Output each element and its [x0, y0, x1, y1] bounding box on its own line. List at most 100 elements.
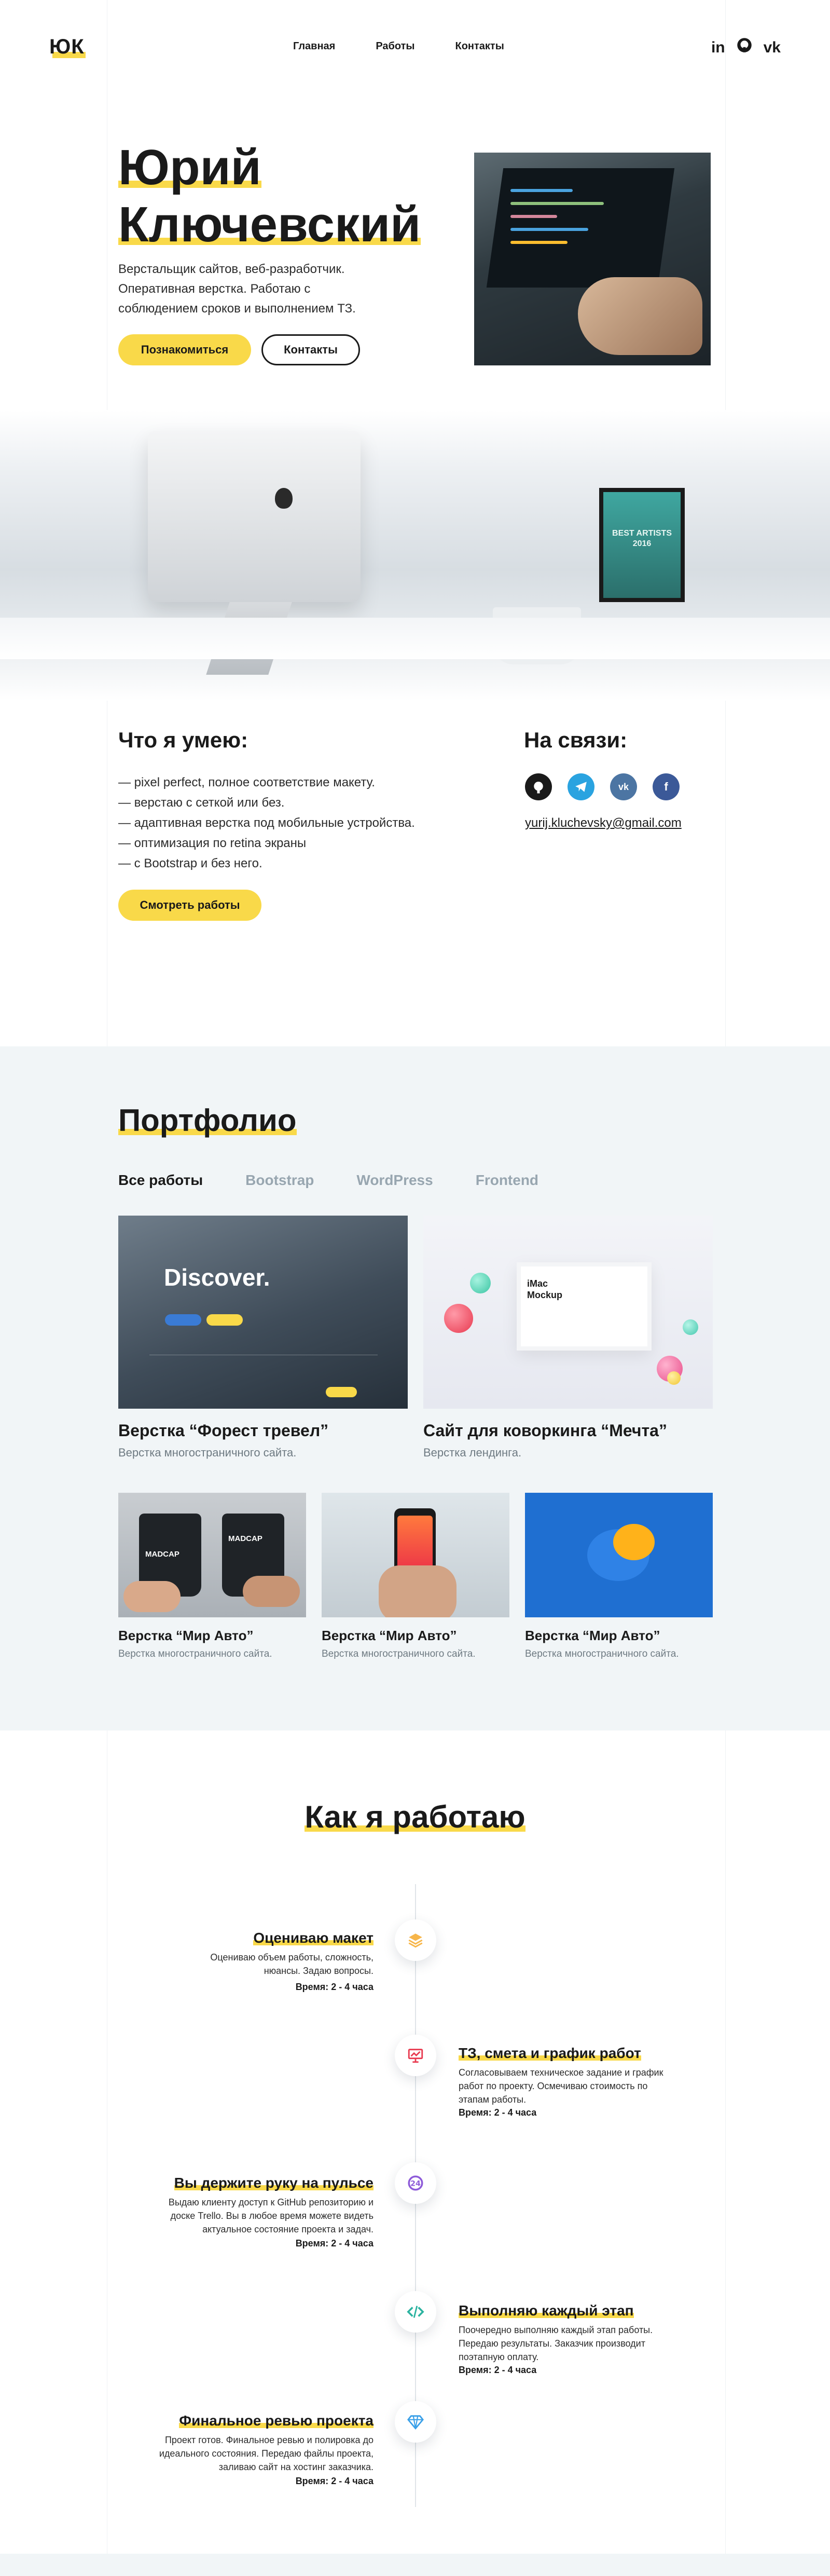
- process-title-text: Как я работаю: [305, 1800, 526, 1834]
- hero-description: Верстальщик сайтов, веб-разработчик. Опе…: [118, 260, 409, 319]
- facebook-icon[interactable]: f: [653, 773, 680, 800]
- contacts-button[interactable]: Контакты: [261, 334, 360, 365]
- portfolio-title: Портфолио: [118, 1102, 297, 1138]
- mock-table: [149, 1355, 378, 1391]
- card-image-text: Discover.: [164, 1264, 270, 1291]
- code-line: [510, 202, 604, 205]
- site-header: ЮК Главная Работы Контакты in vk: [49, 31, 781, 62]
- contacts-title: На связи:: [524, 728, 628, 752]
- mock-button: [165, 1314, 201, 1326]
- hand: [379, 1565, 457, 1617]
- skill-item: — адаптивная верстка под мобильные устро…: [118, 816, 415, 830]
- process-title: Как я работаю: [290, 1799, 540, 1835]
- header-socials: in vk: [711, 37, 781, 58]
- footer-strip: [0, 2554, 830, 2576]
- imac-image: [148, 431, 361, 602]
- clock-icon: 24: [395, 2162, 436, 2204]
- step-title: ТЗ, смета и график работ: [459, 2045, 666, 2062]
- hero-desc-line: Верстальщик сайтов, веб-разработчик.: [118, 262, 345, 276]
- hero-desc-line: Оперативная верстка. Работаю с: [118, 282, 311, 296]
- portfolio-card-title[interactable]: Верстка “Мир Авто”: [118, 1628, 253, 1644]
- card-image-text: MADCAP: [145, 1550, 179, 1559]
- vk-icon[interactable]: vk: [610, 773, 637, 800]
- nav-link-works[interactable]: Работы: [376, 40, 414, 52]
- decor-sphere: [667, 1371, 681, 1385]
- hero-desc-line: соблюдением сроков и выполнением ТЗ.: [118, 302, 356, 316]
- step-title: Вы держите руку на пульсе: [166, 2175, 374, 2191]
- skill-item: — pixel perfect, полное соответствие мак…: [118, 775, 375, 789]
- hand: [243, 1576, 300, 1607]
- code-icon: [395, 2291, 436, 2333]
- telegram-icon[interactable]: [568, 773, 594, 800]
- step-time: Время: 2 - 4 часа: [295, 2238, 374, 2248]
- skill-item: — с Bootstrap и без него.: [118, 856, 262, 870]
- mock-button: [206, 1314, 243, 1326]
- step-time: Время: 2 - 4 часа: [295, 2476, 374, 2486]
- card-image-text: iMac Mockup: [527, 1278, 563, 1300]
- portfolio-card-title[interactable]: Верстка “Форест тревел”: [118, 1421, 328, 1440]
- hero-laptop-photo: [474, 153, 711, 365]
- step-title: Выполняю каждый этап: [459, 2302, 666, 2319]
- decor-sphere: [683, 1319, 698, 1335]
- step-time: Время: 2 - 4 часа: [295, 1982, 374, 1992]
- decor-sphere: [470, 1273, 491, 1293]
- vk-icon[interactable]: vk: [764, 38, 781, 57]
- step-title-text: ТЗ, смета и график работ: [459, 2045, 641, 2061]
- portfolio-card-subtitle: Верстка многостраничного сайта.: [322, 1648, 476, 1659]
- portfolio-card-image[interactable]: iMac Mockup: [423, 1216, 713, 1409]
- skill-item: — верстаю с сеткой или без.: [118, 796, 285, 810]
- step-title: Оцениваю макет: [197, 1930, 374, 1946]
- svg-text:24: 24: [410, 2180, 421, 2188]
- portfolio-card-image[interactable]: MADCAP MADCAP: [118, 1493, 306, 1617]
- step-title: Финальное ревью проекта: [166, 2413, 374, 2429]
- step-text: Проект готов. Финальное ревью и полировк…: [159, 2435, 374, 2472]
- portfolio-card-title[interactable]: Сайт для коворкинга “Мечта”: [423, 1421, 667, 1440]
- portfolio-card-subtitle: Верстка многостраничного сайта.: [118, 1648, 272, 1659]
- code-line: [510, 228, 588, 231]
- github-icon[interactable]: [737, 37, 752, 58]
- portfolio-card-image[interactable]: [525, 1493, 713, 1617]
- hand: [123, 1581, 181, 1612]
- hero-name-first: Юрий: [118, 140, 261, 195]
- decor-sphere: [444, 1304, 473, 1333]
- step-text: Выдаю клиенту доступ к GitHub репозитори…: [168, 2197, 374, 2234]
- step-title-text: Оцениваю макет: [253, 1930, 374, 1946]
- contact-icons: vk f: [525, 773, 680, 800]
- portfolio-title-text: Портфолио: [118, 1103, 297, 1138]
- step-title-text: Вы держите руку на пульсе: [174, 2175, 374, 2191]
- card-image-text: MADCAP: [228, 1534, 262, 1543]
- email-link[interactable]: yurij.kluchevsky@gmail.com: [525, 816, 682, 830]
- step-time: Время: 2 - 4 часа: [459, 2107, 537, 2118]
- portfolio-filters: Все работы Bootstrap WordPress Frontend: [118, 1172, 538, 1189]
- layers-icon: [395, 1919, 436, 1961]
- meet-button[interactable]: Познакомиться: [118, 334, 251, 365]
- portfolio-card-image[interactable]: [322, 1493, 509, 1617]
- hero-name-last: Ключевский: [118, 197, 421, 252]
- orange-slice: [613, 1524, 655, 1560]
- linkedin-icon[interactable]: in: [711, 38, 725, 57]
- step-text: Согласовываем техническое задание и граф…: [459, 2067, 663, 2105]
- logo[interactable]: ЮК: [49, 35, 85, 59]
- filter-bootstrap[interactable]: Bootstrap: [245, 1172, 314, 1189]
- portfolio-card-image[interactable]: Discover.: [118, 1216, 408, 1409]
- mock-button: [326, 1387, 357, 1397]
- filter-wordpress[interactable]: WordPress: [356, 1172, 433, 1189]
- hero-name: Юрий Ключевский: [118, 139, 421, 253]
- filter-frontend[interactable]: Frontend: [476, 1172, 538, 1189]
- diamond-icon: [395, 2401, 436, 2443]
- view-works-button[interactable]: Смотреть работы: [118, 890, 261, 921]
- portfolio-card-title[interactable]: Верстка “Мир Авто”: [322, 1628, 457, 1644]
- portfolio-card-subtitle: Верстка лендинга.: [423, 1446, 522, 1459]
- step-time: Время: 2 - 4 часа: [459, 2365, 537, 2375]
- github-icon[interactable]: [525, 773, 552, 800]
- artists-poster: BEST ARTISTS 2016: [599, 488, 685, 602]
- hand-on-keyboard: [578, 277, 702, 355]
- nav-link-home[interactable]: Главная: [293, 40, 335, 52]
- mock-navbar: [118, 1216, 408, 1236]
- skill-item: — оптимизация по retina экраны: [118, 836, 307, 850]
- portfolio-card-title[interactable]: Верстка “Мир Авто”: [525, 1628, 660, 1644]
- nav-link-contacts[interactable]: Контакты: [455, 40, 504, 52]
- filter-all[interactable]: Все работы: [118, 1172, 203, 1189]
- presentation-icon: [395, 2035, 436, 2076]
- imac-mockup: [517, 1262, 652, 1351]
